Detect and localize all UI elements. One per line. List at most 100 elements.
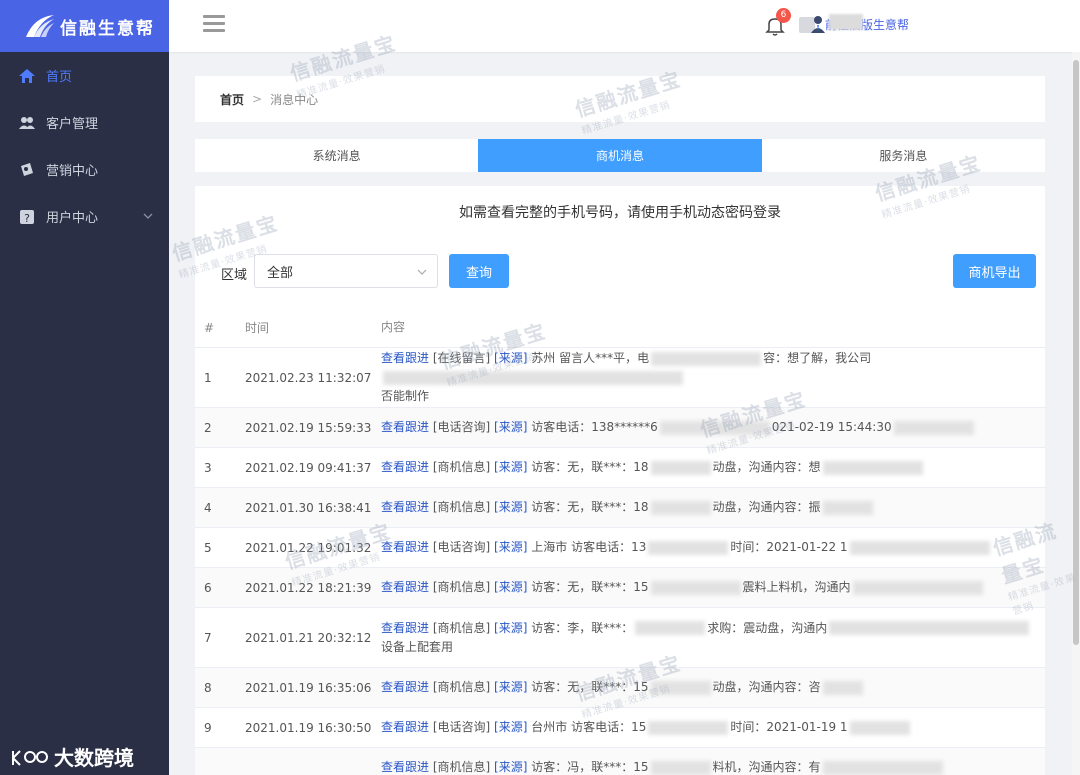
home-icon [18,67,36,85]
table-row: 4 2021.01.30 16:38:41 查看跟进 [商机信息] [来源] 访客：… [195,488,1045,528]
column-header-index: # [204,320,215,335]
redacted-block [650,460,711,475]
redacted-block [822,680,863,695]
redacted-block [650,680,711,695]
sidebar-item-label: 客户管理 [46,117,99,132]
chevron-down-icon [143,213,153,219]
row-time: 2021.01.19 16:35:06 [245,680,372,695]
row-text: 访客：李，联***： [531,620,634,635]
row-source-link[interactable]: [来源] [494,460,527,474]
row-text-tail: 动盘，沟通内容：振 [712,500,821,514]
row-type-tag: [商机信息] [432,500,491,514]
row-text-tail: 时间：2021-01-22 1 [730,540,848,554]
row-text: 台州市 访客电话：15 [531,720,647,734]
redacted-block [822,500,873,515]
row-source-link[interactable]: [来源] [494,500,527,514]
breadcrumb: 首页 > 消息中心 [195,76,1045,122]
view-follow-up-link[interactable]: 查看跟进 [381,351,429,365]
brand-name: 信融生意帮 [60,18,155,39]
row-source-link[interactable]: [来源] [494,420,527,434]
brand-logo[interactable]: 信融生意帮 [0,0,169,52]
view-follow-up-link[interactable]: 查看跟进 [381,540,429,554]
view-follow-up-link[interactable]: 查看跟进 [381,680,429,694]
brand-logo-icon [26,15,54,37]
view-follow-up-link[interactable]: 查看跟进 [381,621,429,635]
row-content: 查看跟进 [电话咨询] [来源] 访客电话：138******6 021-02-1… [381,418,1036,437]
sidebar-item-customers[interactable]: 客户管理 [0,99,169,146]
row-time: 2021.02.23 11:32:07 [245,370,372,385]
view-follow-up-link[interactable]: 查看跟进 [381,760,429,774]
view-follow-up-link[interactable]: 查看跟进 [381,420,429,434]
row-index: 3 [204,460,212,475]
row-source-link[interactable]: [来源] [494,580,527,594]
row-text: 访客电话：138******6 [531,420,658,434]
table-row: 6 2021.01.22 18:21:39 查看跟进 [商机信息] [来源] 访客：… [195,568,1045,608]
page-scrollbar-thumb[interactable] [1073,60,1079,645]
row-source-link[interactable]: [来源] [494,720,527,734]
sidebar-item-home[interactable]: 首页 [0,52,169,99]
row-text-tail: 料机，沟通内容：有 [712,760,821,774]
view-follow-up-link[interactable]: 查看跟进 [381,580,429,594]
users-icon [18,114,36,132]
redacted-block [852,580,983,595]
redacted-block [822,760,943,775]
tab-business-messages[interactable]: 商机消息 [478,139,762,172]
notification-badge: 6 [776,8,791,23]
row-content: 查看跟进 [商机信息] [来源] 访客：无，联***：18 动盘，沟通内容：振 [381,498,1036,517]
table-row: 9 2021.01.19 16:30:50 查看跟进 [电话咨询] [来源] 台州市… [195,708,1045,748]
sidebar-item-marketing[interactable]: 营销中心 [0,146,169,193]
user-name-redacted [829,14,863,30]
row-content: 查看跟进 [商机信息] [来源] 访客：李，联***： 求购：震动盘，沟通内 设备上… [381,619,1036,657]
region-select[interactable]: 全部 [254,254,438,288]
row-text-tail: 动盘，沟通内容：想 [712,460,821,474]
breadcrumb-home[interactable]: 首页 [220,91,244,108]
row-content: 查看跟进 [商机信息] [来源] 访客：无，联***：15 震料上料机，沟通内 [381,578,1036,597]
redacted-block [651,351,762,366]
row-text-line2: 设备上配套用 [381,639,454,654]
sidebar-item-user-center[interactable]: ? 用户中心 [0,193,169,240]
row-text-tail: 震料上料机，沟通内 [742,580,851,594]
avatar[interactable] [809,15,827,33]
row-content: 查看跟进 [电话咨询] [来源] 台州市 访客电话：15 时间：2021-01-1… [381,718,1036,737]
row-text-tail: 容：想了解，我公司 [763,351,872,365]
message-tabs: 系统消息 商机消息 服务消息 [195,139,1045,172]
row-source-link[interactable]: [来源] [494,540,527,554]
marketing-icon [18,161,36,179]
row-source-link[interactable]: [来源] [494,680,527,694]
redacted-block [650,500,711,515]
row-text: 苏州 留言人***平，电 [531,351,650,365]
row-type-tag: [商机信息] [432,580,491,594]
tab-system-messages[interactable]: 系统消息 [195,139,478,172]
menu-toggle-icon[interactable] [203,15,225,33]
query-button[interactable]: 查询 [449,254,509,288]
row-text: 访客：无，联***：18 [531,460,649,474]
row-text-tail: 时间：2021-01-19 1 [730,720,848,734]
row-index: 7 [204,630,212,645]
row-type-tag: [电话咨询] [432,720,491,734]
export-leads-button[interactable]: 商机导出 [953,254,1036,288]
row-source-link[interactable]: [来源] [494,351,527,365]
row-type-tag: [电话咨询] [432,540,491,554]
view-follow-up-link[interactable]: 查看跟进 [381,460,429,474]
tab-service-messages[interactable]: 服务消息 [762,139,1045,172]
row-type-tag: [商机信息] [432,460,491,474]
row-content: 查看跟进 [电话咨询] [来源] 上海市 访客电话：13 时间：2021-01-2… [381,538,1036,557]
redacted-block [659,420,770,435]
row-type-tag: [在线留言] [432,351,491,365]
view-follow-up-link[interactable]: 查看跟进 [381,720,429,734]
row-source-link[interactable]: [来源] [494,760,527,774]
row-time: 2021.01.22 18:21:39 [245,580,372,595]
row-type-tag: [电话咨询] [432,420,491,434]
messages-table: # 时间 内容 1 2021.02.23 11:32:07 查看跟进 [在线留言] … [195,308,1045,775]
row-text-tail: 动盘，沟通内容：咨 [712,680,821,694]
row-index: 4 [204,500,212,515]
region-label: 区域 [221,268,248,283]
column-header-content: 内容 [381,320,406,334]
redacted-block [648,540,729,555]
sidebar-item-label: 首页 [46,70,73,85]
redacted-block [849,720,910,735]
row-time: 2021.01.30 16:38:41 [245,500,372,515]
row-source-link[interactable]: [来源] [494,621,527,635]
row-text-tail: 021-02-19 15:44:30 [771,420,892,434]
view-follow-up-link[interactable]: 查看跟进 [381,500,429,514]
